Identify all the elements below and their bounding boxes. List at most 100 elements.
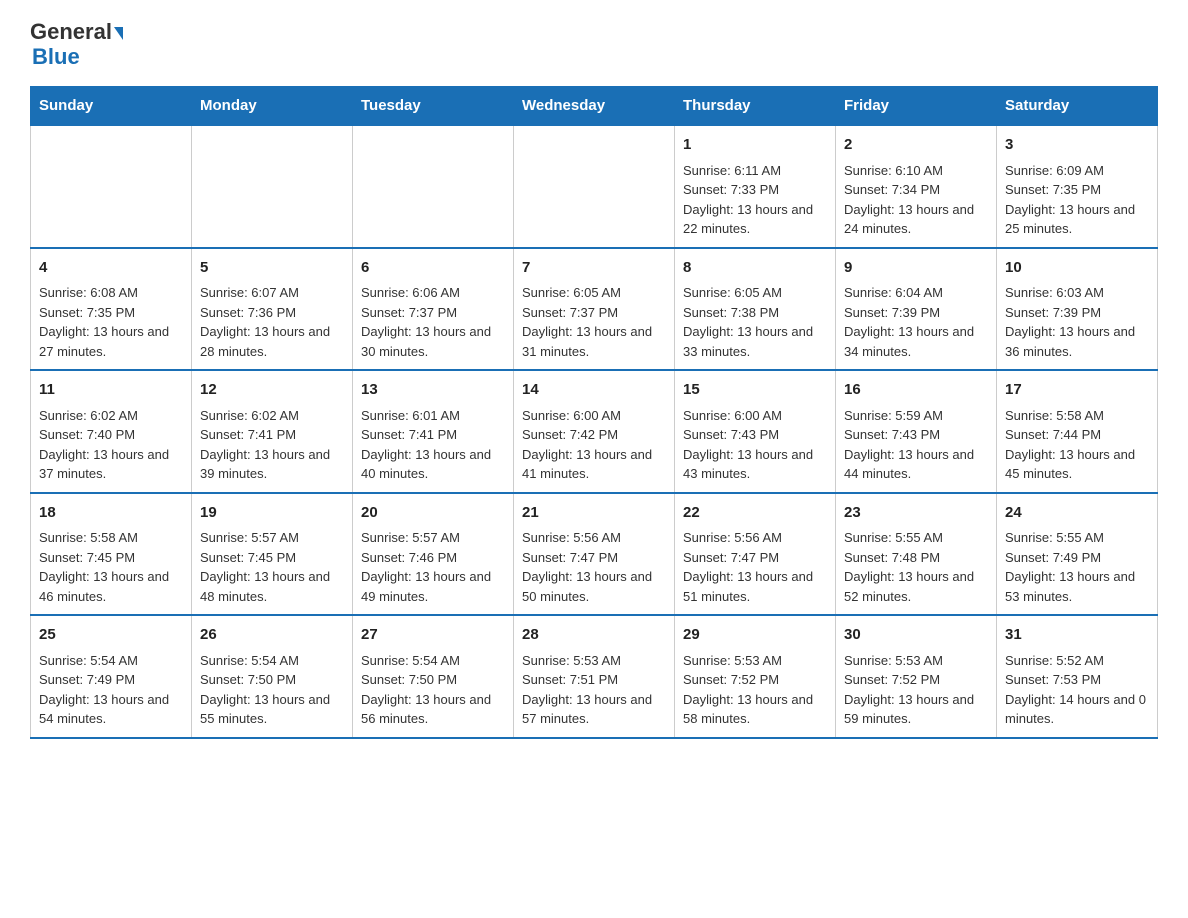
day-info: Sunrise: 5:54 AM: [200, 651, 344, 671]
day-info: Daylight: 13 hours and 39 minutes.: [200, 445, 344, 484]
week-row-3: 11Sunrise: 6:02 AMSunset: 7:40 PMDayligh…: [31, 370, 1158, 493]
day-number: 8: [683, 257, 827, 280]
logo-blue: Blue: [32, 44, 80, 69]
day-number: 29: [683, 624, 827, 647]
day-info: Sunset: 7:44 PM: [1005, 425, 1149, 445]
day-number: 28: [522, 624, 666, 647]
day-info: Sunrise: 5:57 AM: [361, 528, 505, 548]
weekday-header-monday: Monday: [192, 87, 353, 126]
weekday-row: SundayMondayTuesdayWednesdayThursdayFrid…: [31, 87, 1158, 126]
logo-text: General: [30, 20, 123, 44]
weekday-header-saturday: Saturday: [997, 87, 1158, 126]
day-info: Sunrise: 5:58 AM: [39, 528, 183, 548]
day-info: Sunset: 7:41 PM: [200, 425, 344, 445]
day-info: Daylight: 13 hours and 36 minutes.: [1005, 322, 1149, 361]
day-info: Sunrise: 6:06 AM: [361, 283, 505, 303]
day-number: 6: [361, 257, 505, 280]
weekday-header-thursday: Thursday: [675, 87, 836, 126]
day-info: Sunset: 7:51 PM: [522, 670, 666, 690]
calendar-cell: 13Sunrise: 6:01 AMSunset: 7:41 PMDayligh…: [353, 370, 514, 493]
calendar-cell: 22Sunrise: 5:56 AMSunset: 7:47 PMDayligh…: [675, 493, 836, 616]
day-info: Sunrise: 6:11 AM: [683, 161, 827, 181]
day-number: 30: [844, 624, 988, 647]
calendar-cell: 31 Sunrise: 5:52 AMSunset: 7:53 PMDayligh…: [997, 615, 1158, 738]
day-info: Sunset: 7:53 PM: [1005, 670, 1149, 690]
day-info: Daylight: 13 hours and 56 minutes.: [361, 690, 505, 729]
day-info: Daylight: 13 hours and 48 minutes.: [200, 567, 344, 606]
day-info: Daylight: 13 hours and 30 minutes.: [361, 322, 505, 361]
calendar-cell: 30Sunrise: 5:53 AMSunset: 7:52 PMDayligh…: [836, 615, 997, 738]
day-info: Daylight: 13 hours and 25 minutes.: [1005, 200, 1149, 239]
day-info: Sunrise: 5:55 AM: [844, 528, 988, 548]
day-number: 21: [522, 502, 666, 525]
day-info: Sunset: 7:48 PM: [844, 548, 988, 568]
calendar-cell: 7Sunrise: 6:05 AMSunset: 7:37 PMDaylight…: [514, 248, 675, 371]
day-info: Daylight: 13 hours and 28 minutes.: [200, 322, 344, 361]
day-number: 26: [200, 624, 344, 647]
day-info: Daylight: 13 hours and 44 minutes.: [844, 445, 988, 484]
calendar-cell: 28Sunrise: 5:53 AMSunset: 7:51 PMDayligh…: [514, 615, 675, 738]
calendar-cell: 24Sunrise: 5:55 AMSunset: 7:49 PMDayligh…: [997, 493, 1158, 616]
day-number: 23: [844, 502, 988, 525]
day-number: 11: [39, 379, 183, 402]
day-info: Daylight: 13 hours and 41 minutes.: [522, 445, 666, 484]
day-info: Sunset: 7:45 PM: [200, 548, 344, 568]
weekday-header-friday: Friday: [836, 87, 997, 126]
day-info: Sunset: 7:42 PM: [522, 425, 666, 445]
day-info: Daylight: 13 hours and 59 minutes.: [844, 690, 988, 729]
calendar-cell: [31, 125, 192, 248]
calendar-body: 1 Sunrise: 6:11 AMSunset: 7:33 PM Daylight…: [31, 125, 1158, 738]
calendar-cell: 4Sunrise: 6:08 AMSunset: 7:35 PMDaylight…: [31, 248, 192, 371]
calendar-cell: 16Sunrise: 5:59 AMSunset: 7:43 PMDayligh…: [836, 370, 997, 493]
day-info: Sunrise: 5:56 AM: [683, 528, 827, 548]
day-info: Sunrise: 5:57 AM: [200, 528, 344, 548]
day-number: 5: [200, 257, 344, 280]
calendar-cell: 9Sunrise: 6:04 AMSunset: 7:39 PMDaylight…: [836, 248, 997, 371]
calendar-cell: 26Sunrise: 5:54 AMSunset: 7:50 PMDayligh…: [192, 615, 353, 738]
day-number: 2: [844, 134, 988, 157]
day-info: Daylight: 13 hours and 49 minutes.: [361, 567, 505, 606]
day-info: Sunrise: 5:58 AM: [1005, 406, 1149, 426]
calendar-cell: 3Sunrise: 6:09 AMSunset: 7:35 PMDaylight…: [997, 125, 1158, 248]
day-number: 9: [844, 257, 988, 280]
header: General Blue: [30, 20, 1158, 70]
day-info: Sunrise: 6:01 AM: [361, 406, 505, 426]
calendar-cell: [192, 125, 353, 248]
day-number: 27: [361, 624, 505, 647]
day-number: 3: [1005, 134, 1149, 157]
day-info: Sunrise: 6:00 AM: [522, 406, 666, 426]
day-info: Sunset: 7:35 PM: [39, 303, 183, 323]
day-info: Daylight: 14 hours and 0 minutes.: [1005, 690, 1149, 729]
day-info: Daylight: 13 hours and 58 minutes.: [683, 690, 827, 729]
day-info: Daylight: 13 hours and 34 minutes.: [844, 322, 988, 361]
day-info: Daylight: 13 hours and 37 minutes.: [39, 445, 183, 484]
calendar-cell: [514, 125, 675, 248]
day-number: 4: [39, 257, 183, 280]
day-number: 1: [683, 134, 827, 157]
calendar-cell: 29Sunrise: 5:53 AMSunset: 7:52 PMDayligh…: [675, 615, 836, 738]
day-info: Sunrise: 6:07 AM: [200, 283, 344, 303]
day-info: Daylight: 13 hours and 45 minutes.: [1005, 445, 1149, 484]
day-info: Daylight: 13 hours and 50 minutes.: [522, 567, 666, 606]
day-number: 19: [200, 502, 344, 525]
day-info: Daylight: 13 hours and 55 minutes.: [200, 690, 344, 729]
calendar-cell: 27Sunrise: 5:54 AMSunset: 7:50 PMDayligh…: [353, 615, 514, 738]
day-info: Sunset: 7:37 PM: [522, 303, 666, 323]
day-number: 31: [1005, 624, 1149, 647]
day-info: Daylight: 13 hours and 52 minutes.: [844, 567, 988, 606]
day-number: 13: [361, 379, 505, 402]
day-info: Sunrise: 5:53 AM: [844, 651, 988, 671]
day-info: Daylight: 13 hours and 51 minutes.: [683, 567, 827, 606]
day-info: Sunrise: 5:52 AM: [1005, 651, 1149, 671]
day-number: 10: [1005, 257, 1149, 280]
day-info: Sunset: 7:43 PM: [683, 425, 827, 445]
day-info: Sunrise: 6:03 AM: [1005, 283, 1149, 303]
day-info: Daylight: 13 hours and 33 minutes.: [683, 322, 827, 361]
day-info: Sunrise: 6:02 AM: [200, 406, 344, 426]
day-info: Sunset: 7:33 PM: [683, 180, 827, 200]
calendar-cell: 12Sunrise: 6:02 AMSunset: 7:41 PMDayligh…: [192, 370, 353, 493]
day-info: Sunrise: 6:02 AM: [39, 406, 183, 426]
day-info: Sunrise: 5:54 AM: [39, 651, 183, 671]
day-info: Sunset: 7:37 PM: [361, 303, 505, 323]
calendar-cell: 20Sunrise: 5:57 AMSunset: 7:46 PMDayligh…: [353, 493, 514, 616]
